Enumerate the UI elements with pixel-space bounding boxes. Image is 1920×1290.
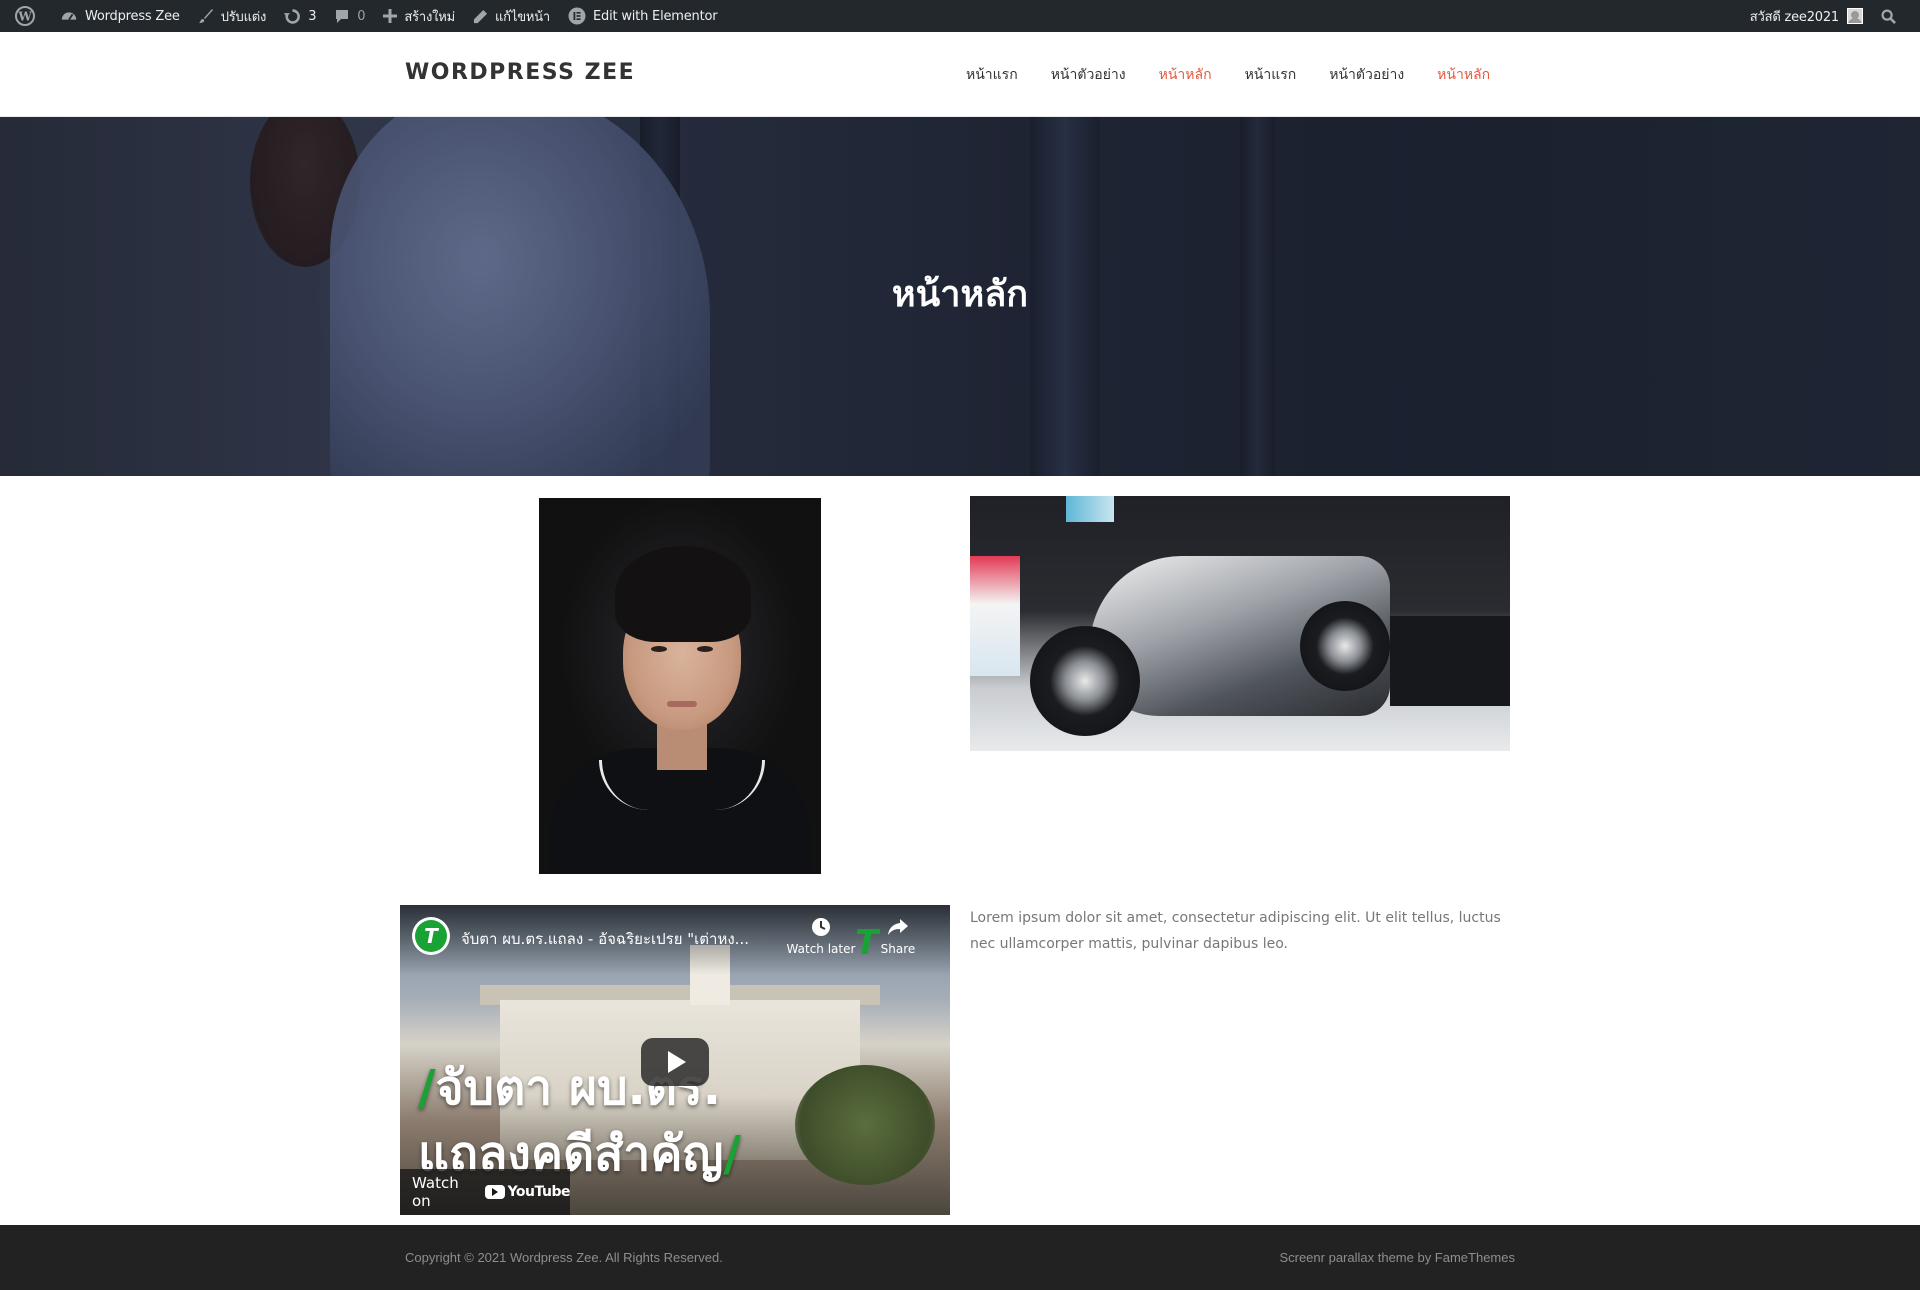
share-icon: [888, 919, 908, 935]
customize-label: ปรับแต่ง: [220, 9, 267, 25]
motorbike-photo-detail: [1066, 496, 1114, 522]
site-footer: Copyright © 2021 Wordpress Zee. All Righ…: [0, 1225, 1920, 1290]
portrait-detail: [615, 546, 751, 642]
wp-admin-bar: W Wordpress Zee ปรับแต่ง 3 0 สร้างใหม่ แ…: [0, 0, 1920, 32]
footer-theme-credit[interactable]: Screenr parallax theme by FameThemes: [1279, 1250, 1515, 1265]
admin-bar-edit-page[interactable]: แก้ไขหน้า: [464, 0, 559, 32]
admin-bar-new-content[interactable]: สร้างใหม่: [374, 0, 464, 32]
nav-item-sample-page-2[interactable]: หน้าตัวอย่าง: [1329, 64, 1404, 86]
site-title[interactable]: WORDPRESS ZEE: [405, 60, 635, 85]
youtube-embed[interactable]: T จับตา ผบ.ตร.แถลง - อัจฉริยะเปรย "เต่าห…: [400, 905, 950, 1215]
portrait-detail: [697, 646, 713, 652]
updates-count: 3: [308, 8, 317, 24]
motorbike-photo-detail: [1030, 626, 1140, 736]
motorbike-photo-detail: [1390, 616, 1510, 706]
admin-bar-search[interactable]: [1872, 0, 1912, 32]
admin-bar-updates[interactable]: 3: [275, 0, 325, 32]
admin-bar-comments[interactable]: 0: [325, 0, 374, 32]
footer-copyright: Copyright © 2021 Wordpress Zee. All Righ…: [405, 1250, 723, 1265]
search-icon: [1881, 8, 1896, 24]
site-name-label: Wordpress Zee: [85, 8, 180, 24]
nav-item-main-page-2[interactable]: หน้าหลัก: [1437, 64, 1490, 86]
elementor-icon: [568, 7, 586, 25]
wordpress-icon: W: [15, 6, 35, 26]
edit-page-label: แก้ไขหน้า: [495, 9, 551, 25]
channel-avatar[interactable]: T: [412, 917, 450, 955]
admin-bar-site-name[interactable]: Wordpress Zee: [51, 0, 189, 32]
clock-icon: [812, 918, 830, 936]
youtube-wordmark: YouTube: [507, 1184, 571, 1200]
admin-bar-right: สวัสดี zee2021: [1741, 0, 1912, 32]
portrait-detail: [651, 646, 667, 652]
pencil-icon: [473, 9, 488, 23]
nav-item-home[interactable]: หน้าแรก: [966, 64, 1018, 86]
channel-initial: T: [415, 920, 447, 952]
watch-on-label: Watch on: [412, 1174, 459, 1210]
motorbike-photo: [970, 496, 1510, 751]
admin-bar-left: W Wordpress Zee ปรับแต่ง 3 0 สร้างใหม่ แ…: [6, 0, 726, 32]
plus-icon: [383, 9, 398, 23]
nav-item-sample-page[interactable]: หน้าตัวอย่าง: [1051, 64, 1126, 86]
youtube-logo: YouTube: [484, 1184, 571, 1200]
nav-item-home-2[interactable]: หน้าแรก: [1245, 64, 1297, 86]
video-title[interactable]: จับตา ผบ.ตร.แถลง - อัจฉริยะเปรย "เต่าหง.…: [461, 927, 791, 951]
avatar: [1847, 8, 1863, 24]
dashboard-icon: [61, 12, 77, 21]
nav-item-main-page[interactable]: หน้าหลัก: [1159, 64, 1212, 86]
new-content-label: สร้างใหม่: [404, 9, 455, 25]
page-hero: หน้าหลัก: [0, 117, 1920, 476]
caption-slash: /: [418, 1060, 436, 1116]
motorbike-photo-detail: [1300, 601, 1390, 691]
watch-later-label: Watch later: [786, 942, 856, 956]
elementor-label: Edit with Elementor: [593, 8, 718, 24]
admin-bar-elementor[interactable]: Edit with Elementor: [559, 0, 726, 32]
comment-icon: [336, 10, 349, 23]
caption-slash: /: [723, 1126, 741, 1182]
comments-count: 0: [357, 8, 366, 24]
portrait-photo: [539, 498, 821, 874]
share-button[interactable]: Share: [868, 915, 928, 956]
admin-bar-my-account[interactable]: สวัสดี zee2021: [1741, 0, 1872, 32]
greeting-label: สวัสดี zee2021: [1749, 9, 1839, 25]
play-button[interactable]: [641, 1038, 709, 1086]
video-thumbnail-detail: [795, 1065, 935, 1185]
watch-on-youtube-button[interactable]: Watch on YouTube: [400, 1169, 571, 1215]
youtube-play-icon: [484, 1185, 505, 1199]
motorbike-photo-detail: [970, 556, 1020, 676]
share-label: Share: [880, 942, 916, 956]
primary-nav: หน้าแรก หน้าตัวอย่าง หน้าหลัก หน้าแรก หน…: [966, 32, 1490, 117]
svg-text:W: W: [17, 10, 32, 24]
body-text: Lorem ipsum dolor sit amet, consectetur …: [970, 910, 1501, 952]
updates-icon: [284, 8, 301, 24]
wordpress-logo-menu[interactable]: W: [6, 0, 51, 32]
site-header: WORDPRESS ZEE หน้าแรก หน้าตัวอย่าง หน้าห…: [0, 32, 1920, 117]
admin-bar-customize[interactable]: ปรับแต่ง: [189, 0, 275, 32]
page-title: หน้าหลัก: [891, 274, 1029, 315]
portrait-detail: [667, 701, 697, 707]
paintbrush-icon: [198, 9, 213, 23]
watch-later-button[interactable]: Watch later: [786, 915, 856, 956]
